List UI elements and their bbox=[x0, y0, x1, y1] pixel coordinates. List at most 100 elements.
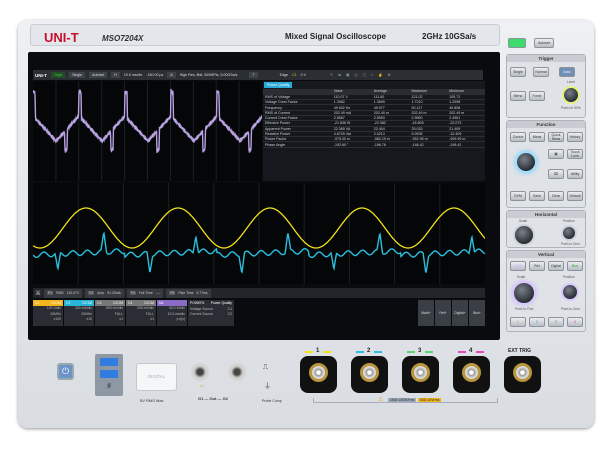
math-waveform-area[interactable] bbox=[33, 81, 262, 181]
add-math-button[interactable]: Math+ bbox=[418, 300, 434, 326]
autoset-hw-button[interactable]: Autoset bbox=[534, 38, 554, 48]
channel-info-c4[interactable]: C4DC1M 200 mV/divFULLx1 bbox=[126, 300, 156, 326]
trigger-type[interactable]: Edge bbox=[280, 73, 288, 77]
history-button[interactable]: History bbox=[567, 132, 583, 142]
table-row: Current Crest Factor2.55672.55932.95502.… bbox=[263, 115, 485, 120]
pushzero-label: Push to Zero bbox=[561, 242, 580, 246]
spacer bbox=[235, 300, 417, 326]
power-analysis-info[interactable]: POWER1Power Quality Voltage SourceC1 Cur… bbox=[188, 300, 234, 326]
save-button[interactable]: Save bbox=[529, 191, 545, 201]
channel-1-button[interactable]: 1 bbox=[510, 317, 526, 327]
generator-g2-connector[interactable] bbox=[227, 362, 247, 382]
channel-info-c1[interactable]: C1DC1M 120 V/div20MHzx100 bbox=[33, 300, 63, 326]
channel-4-input[interactable] bbox=[453, 356, 490, 393]
channel-1-input[interactable] bbox=[300, 356, 337, 393]
ref-button[interactable]: Ref bbox=[529, 261, 545, 271]
measurement-item[interactable]: P1RMS110.07V bbox=[44, 289, 82, 298]
add-ref-button[interactable]: Ref+ bbox=[435, 300, 451, 326]
add-bus-button[interactable]: Bus+ bbox=[469, 300, 485, 326]
function-section: Function Cursor Meas Quick Meas History … bbox=[506, 120, 586, 208]
measurement-name: Amp bbox=[97, 291, 104, 295]
ext-trig-input[interactable] bbox=[504, 356, 541, 393]
bus-button[interactable]: Bus bbox=[567, 261, 583, 271]
channel-color-bar bbox=[374, 351, 382, 353]
tab-power-quality[interactable]: Power Quality bbox=[264, 82, 292, 88]
trigger-level[interactable]: 0 V bbox=[301, 73, 306, 77]
quick-meas-button[interactable]: Quick Meas bbox=[548, 132, 564, 142]
clear-button[interactable]: Clear bbox=[548, 191, 564, 201]
usb-port-2[interactable] bbox=[100, 370, 118, 378]
generator-g1-connector[interactable] bbox=[190, 362, 210, 382]
channel-2-button[interactable]: 2 bbox=[529, 317, 545, 327]
trigger-label[interactable]: T bbox=[249, 72, 257, 78]
measure-menu-icon[interactable]: ⌘ bbox=[35, 290, 41, 297]
acquire-settings[interactable]: High Res, 8bit, 500MPts, 5.00GSa/s bbox=[180, 73, 238, 77]
channel-name: C3 bbox=[97, 301, 101, 305]
menu-button[interactable]: Menu bbox=[510, 91, 526, 101]
run-status[interactable]: Trigd bbox=[51, 72, 65, 78]
measurement-item[interactable]: P4Fall Time---- bbox=[127, 289, 163, 298]
channel-info-bar: C1DC1M 120 V/div20MHzx100C2DC1M 200 mA/d… bbox=[33, 300, 485, 326]
vertical-scale-knob[interactable] bbox=[512, 281, 536, 305]
acquire-label[interactable]: A bbox=[167, 72, 175, 78]
horizontal-scale-knob[interactable] bbox=[513, 224, 535, 246]
channel-color-bar bbox=[323, 351, 331, 353]
power-button[interactable]: ⏻ bbox=[57, 363, 74, 380]
toolbar-icons[interactable]: ✎⇆▦◎▢⌗☝⚙ bbox=[330, 73, 396, 77]
screen-layout-icon[interactable]: ▣ bbox=[548, 149, 564, 159]
screenshot-icon[interactable]: ⌧ bbox=[548, 169, 564, 179]
digital-port[interactable]: DIGITAL bbox=[136, 363, 177, 391]
channel-probe: x100 bbox=[33, 317, 63, 323]
touch-lock-button[interactable]: Touch Lock bbox=[567, 149, 583, 159]
channel-3-button[interactable]: 3 bbox=[548, 317, 564, 327]
digital-max-label: 5V RMS Max bbox=[140, 398, 164, 403]
cursor-button[interactable]: Cursor bbox=[510, 132, 526, 142]
usb-ports[interactable]: ⭿ bbox=[95, 354, 123, 396]
table-cell: -146.42 bbox=[409, 142, 447, 147]
utility-button[interactable]: Utility bbox=[567, 169, 583, 179]
normal-button[interactable]: Normal bbox=[533, 67, 549, 77]
bnc-connector-icon bbox=[360, 363, 379, 382]
meas-button[interactable]: Meas bbox=[529, 132, 545, 142]
channel-info-c2[interactable]: C2DC1M 200 mA/div20MHzx10 bbox=[64, 300, 94, 326]
timebase[interactable]: 10.0 ms/div bbox=[124, 73, 142, 77]
vertical-section: Vertical Math Ref Digital Bus Scale Posi… bbox=[506, 250, 586, 332]
trigger-level-knob[interactable] bbox=[562, 86, 580, 104]
channel-3-input[interactable] bbox=[402, 356, 439, 393]
auto-button[interactable]: Auto bbox=[559, 67, 575, 77]
default-button[interactable]: Default bbox=[567, 191, 583, 201]
single-button[interactable]: Single bbox=[69, 72, 85, 78]
autoset-button[interactable]: Autoset bbox=[89, 72, 107, 78]
time-offset[interactable]: -150.00 µs bbox=[146, 73, 163, 77]
channel-2-input[interactable] bbox=[351, 356, 388, 393]
horizontal-label[interactable]: H bbox=[111, 72, 120, 78]
horizontal-heading: Horizontal bbox=[507, 211, 585, 218]
device-spec: 2GHz 10GSa/s bbox=[422, 32, 476, 41]
vscale-label: Scale bbox=[517, 275, 525, 279]
add-digital-button[interactable]: Digital+ bbox=[452, 300, 468, 326]
trigger-source[interactable]: C1 bbox=[292, 73, 297, 77]
multipurpose-knob[interactable] bbox=[515, 151, 537, 173]
vertical-position-knob[interactable] bbox=[561, 283, 579, 301]
function-heading: Function bbox=[507, 121, 585, 128]
channel-waveform-area[interactable] bbox=[33, 183, 485, 284]
channel-color-bar bbox=[458, 351, 466, 353]
measurement-item[interactable]: P2Amp91.20mA bbox=[85, 289, 124, 298]
measurement-item[interactable]: P5Rise Time5.77ms bbox=[166, 289, 210, 298]
ext-trig-label: EXT TRIG bbox=[508, 348, 531, 354]
horizontal-position-knob[interactable] bbox=[561, 225, 577, 241]
math-button[interactable]: Math bbox=[510, 261, 526, 271]
channel-info-c3[interactable]: C3DC1M 500 mV/divFULLx1 bbox=[95, 300, 125, 326]
channel-4-button[interactable]: 4 bbox=[567, 317, 583, 327]
channel-color-bar bbox=[356, 351, 364, 353]
single-hw-button[interactable]: Single bbox=[510, 67, 526, 77]
force-button[interactable]: Force bbox=[529, 91, 545, 101]
digital-button[interactable]: Digital bbox=[548, 261, 564, 271]
run-stop-button[interactable] bbox=[508, 38, 526, 48]
dvm-button[interactable]: DVM bbox=[510, 191, 526, 201]
usb-port-1[interactable] bbox=[100, 358, 118, 366]
channel-color-bar bbox=[476, 351, 484, 353]
channel-info-m1[interactable]: M1 40.0 W/div10.0 ms/divy=f(x) bbox=[157, 300, 187, 326]
pushzero2-label: Push to Zero bbox=[561, 307, 580, 311]
channel-name: C2 bbox=[66, 301, 70, 305]
